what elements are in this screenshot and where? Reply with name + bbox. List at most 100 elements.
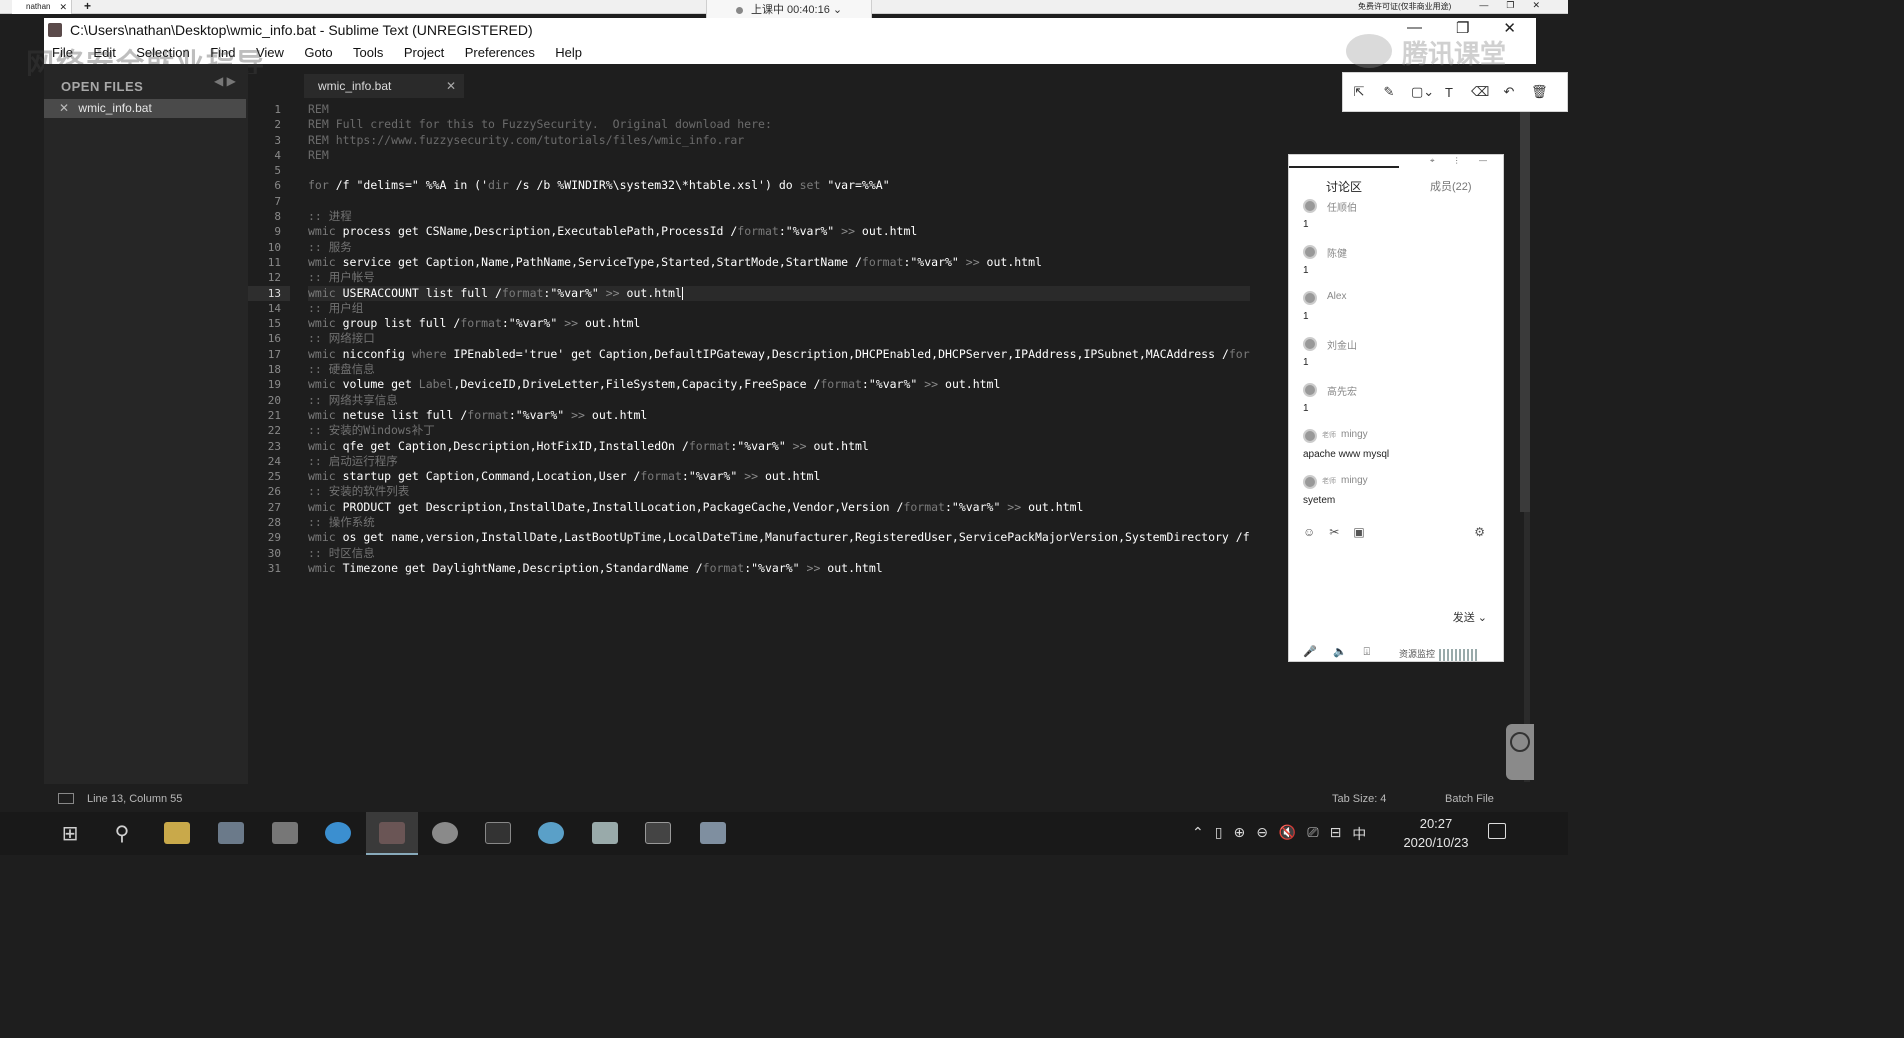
code-line[interactable]: :: 时区信息 <box>308 546 1250 561</box>
code-line[interactable]: wmic PRODUCT get Description,InstallDate… <box>308 500 1250 515</box>
volume-muted-icon[interactable]: 🔇 <box>1279 824 1296 844</box>
resource-monitor[interactable]: 资源监控 <box>1399 647 1480 661</box>
code-line[interactable]: :: 网络接口 <box>308 331 1250 346</box>
code-line[interactable]: :: 服务 <box>308 240 1250 255</box>
menu-tools[interactable]: Tools <box>353 42 383 64</box>
avatar[interactable] <box>1303 429 1317 443</box>
viewer-tab[interactable]: nathan ✕ <box>12 0 72 14</box>
input-method-indicator[interactable]: 中 <box>1352 824 1366 844</box>
tray-expand-icon[interactable]: ⌃ <box>1192 824 1204 844</box>
avatar[interactable] <box>1303 475 1317 489</box>
select-tool-icon[interactable]: ⇱ <box>1351 84 1367 100</box>
tab-wmic-info[interactable]: wmic_info.bat ✕ <box>304 74 464 98</box>
code-line[interactable]: wmic os get name,version,InstallDate,Las… <box>308 530 1250 545</box>
menu-goto[interactable]: Goto <box>304 42 332 64</box>
emoji-icon[interactable]: ☺ <box>1303 525 1315 539</box>
code-line[interactable]: wmic service get Caption,Name,PathName,S… <box>308 255 1250 270</box>
virtual-machine-icon[interactable] <box>272 822 298 844</box>
code-line[interactable]: REM https://www.fuzzysecurity.com/tutori… <box>308 133 1250 148</box>
viewer-tab-close-icon[interactable]: ✕ <box>59 0 67 14</box>
screenshot-app-icon[interactable] <box>218 822 244 844</box>
code-line[interactable]: :: 用户帐号 <box>308 270 1250 285</box>
menu-help[interactable]: Help <box>555 42 582 64</box>
code-line[interactable]: REM <box>308 102 1250 117</box>
open-file-item[interactable]: ✕ wmic_info.bat <box>44 99 246 118</box>
panel-toggle-icon[interactable] <box>58 793 74 804</box>
viewer-window-controls[interactable]: —❐✕ <box>1479 0 1558 11</box>
menu-file[interactable]: File <box>52 42 73 64</box>
code-line[interactable]: REM Full credit for this to FuzzySecurit… <box>308 117 1250 132</box>
menu-preferences[interactable]: Preferences <box>465 42 535 64</box>
avatar[interactable] <box>1303 199 1317 213</box>
menu-project[interactable]: Project <box>404 42 444 64</box>
avatar[interactable] <box>1303 337 1317 351</box>
cmd-window-icon[interactable] <box>645 822 671 844</box>
terminal-icon[interactable] <box>485 822 511 844</box>
upload-icon[interactable]: ⍗ <box>1363 646 1370 658</box>
avatar[interactable] <box>1303 245 1317 259</box>
microphone-icon[interactable]: 🎤 <box>1303 646 1317 658</box>
code-line[interactable]: :: 操作系统 <box>308 515 1250 530</box>
avatar[interactable] <box>1303 383 1317 397</box>
text-tool-icon[interactable]: T <box>1441 85 1457 100</box>
tab-close-icon[interactable]: ✕ <box>446 74 456 98</box>
code-line[interactable]: wmic netuse list full /format:"%var%" >>… <box>308 408 1250 423</box>
tab-nav-arrows-icon[interactable]: ◀ ▶ <box>214 74 236 88</box>
code-line[interactable]: wmic qfe get Caption,Description,HotFixI… <box>308 439 1250 454</box>
gear-icon[interactable]: ⚙ <box>1474 525 1485 539</box>
code-line[interactable] <box>308 163 1250 178</box>
shape-tool-icon[interactable]: ▢⌄ <box>1411 84 1434 100</box>
code-line[interactable]: :: 安装的Windows补丁 <box>308 423 1250 438</box>
close-file-icon[interactable]: ✕ <box>59 101 69 115</box>
code-text[interactable]: REM REM Full credit for this to FuzzySecu… <box>308 102 1250 576</box>
code-line[interactable]: :: 进程 <box>308 209 1250 224</box>
code-line[interactable]: wmic startup get Caption,Command,Locatio… <box>308 469 1250 484</box>
menu-edit[interactable]: Edit <box>93 42 115 64</box>
taskbar-clock[interactable]: 20:27 2020/10/23 <box>1398 814 1474 852</box>
code-line[interactable]: :: 用户组 <box>308 301 1250 316</box>
undo-icon[interactable]: ↶ <box>1501 84 1517 100</box>
menu-selection[interactable]: Selection <box>136 42 189 64</box>
code-line[interactable]: wmic process get CSName,Description,Exec… <box>308 224 1250 239</box>
tool-app-icon[interactable] <box>700 822 726 844</box>
code-line[interactable]: wmic volume get Label,DeviceID,DriveLett… <box>308 377 1250 392</box>
windows-start-icon[interactable]: ⊞ <box>56 820 84 848</box>
tab-members[interactable]: 成员(22) <box>1430 178 1472 194</box>
code-line[interactable]: wmic Timezone get DaylightName,Descripti… <box>308 561 1250 576</box>
edge-browser-icon[interactable] <box>325 822 351 844</box>
code-line[interactable]: wmic USERACCOUNT list full /format:"%var… <box>308 285 1250 301</box>
network-tool-icon[interactable] <box>592 822 618 844</box>
browser-icon[interactable] <box>432 822 458 844</box>
code-editor[interactable]: 1 2 3 4 5 6 7 8 9 10 11 12 13 14 15 16 17 18 19 20 21 22 23 24 2… <box>248 98 1288 784</box>
speaker-icon[interactable]: 🔈 <box>1333 646 1347 658</box>
trash-icon[interactable]: 🗑 <box>1531 84 1548 100</box>
send-button[interactable]: 发送 ⌄ <box>1453 609 1487 625</box>
power-icon[interactable]: ⎚ <box>1307 824 1318 844</box>
code-line[interactable]: :: 启动运行程序 <box>308 454 1250 469</box>
code-line[interactable]: :: 硬盘信息 <box>308 362 1250 377</box>
message-list[interactable]: 任顺伯 1 陈健 1 Alex 1 刘金山 1 高先宏 1 老师 mingy apache www my… <box>1303 199 1499 521</box>
tab-discussion[interactable]: 讨论区 <box>1326 178 1362 195</box>
menu-view[interactable]: View <box>256 42 284 64</box>
code-line[interactable]: :: 网络共享信息 <box>308 393 1250 408</box>
code-line[interactable]: for /f "delims=" %%A in ('dir /s /b %WIN… <box>308 178 1250 193</box>
tray-device-icon[interactable]: ▯ <box>1215 824 1223 844</box>
scissors-icon[interactable]: ✂ <box>1329 525 1339 539</box>
search-icon[interactable]: ⚲ <box>108 820 136 848</box>
sublime-text-icon[interactable] <box>379 822 405 844</box>
avatar[interactable] <box>1303 291 1317 305</box>
remote-desktop-icon[interactable] <box>538 822 564 844</box>
file-explorer-icon[interactable] <box>164 822 190 844</box>
menu-find[interactable]: Find <box>210 42 235 64</box>
tray-app-icon[interactable]: ⊕ <box>1233 824 1245 844</box>
image-icon[interactable]: ▣ <box>1353 525 1364 539</box>
code-line[interactable]: wmic nicconfig where IPEnabled='true' ge… <box>308 347 1250 362</box>
network-icon[interactable]: ⊟ <box>1330 824 1342 844</box>
eraser-tool-icon[interactable]: ⌫ <box>1471 84 1489 100</box>
tray-remote-icon[interactable]: ⊖ <box>1256 824 1268 844</box>
syntax-indicator[interactable]: Batch File <box>1445 793 1494 805</box>
notification-icon[interactable] <box>1488 823 1506 839</box>
panel-controls-icon[interactable]: ⌖ ⋮ — <box>1430 156 1495 166</box>
code-line[interactable]: REM <box>308 148 1250 163</box>
code-line[interactable]: :: 安装的软件列表 <box>308 484 1250 499</box>
